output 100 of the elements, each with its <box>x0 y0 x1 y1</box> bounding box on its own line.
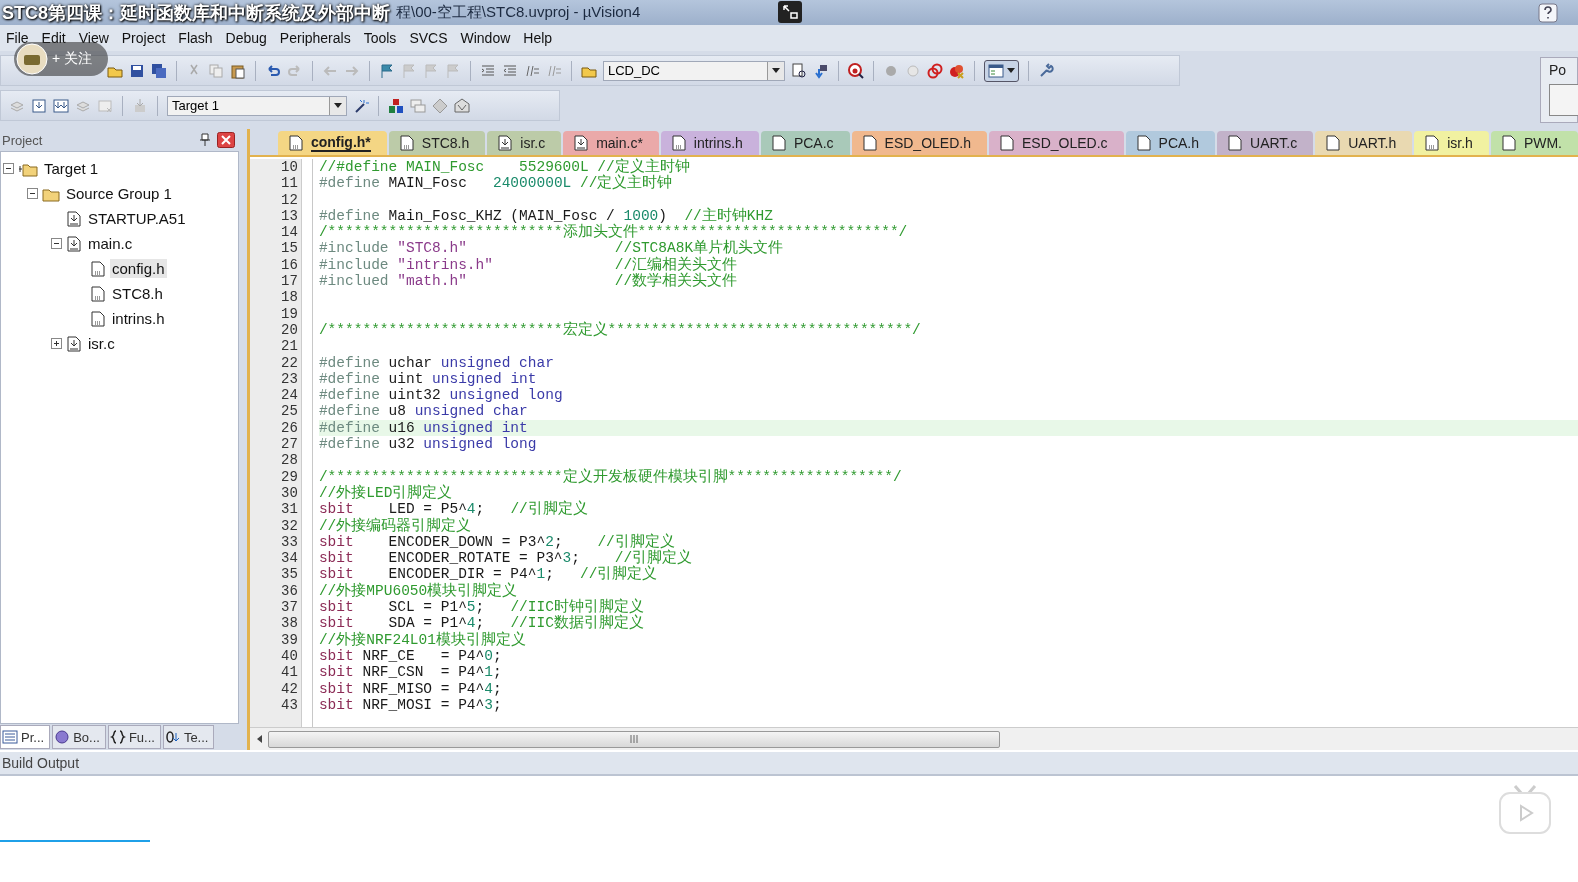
file-tab[interactable]: PWM. <box>1490 131 1578 155</box>
undo-icon[interactable] <box>265 62 281 79</box>
tree-item[interactable]: config.h <box>110 259 167 278</box>
tree-item[interactable]: Source Group 1 <box>64 184 174 203</box>
breakpoints-icon[interactable] <box>927 62 943 79</box>
diamond-icon[interactable] <box>432 97 448 114</box>
panel-tab[interactable]: Bo... <box>52 725 106 749</box>
find-icon[interactable] <box>791 62 807 79</box>
panel-tab[interactable]: Pr... <box>0 725 51 749</box>
menu-item[interactable]: SVCS <box>405 30 457 46</box>
follow-button[interactable]: + 关注 <box>14 42 108 76</box>
collapse-icon[interactable] <box>51 238 62 249</box>
menu-item[interactable]: Window <box>456 30 520 46</box>
collapse-icon[interactable] <box>27 188 38 199</box>
collapse-icon[interactable] <box>3 163 14 174</box>
flag-icon[interactable] <box>379 62 395 79</box>
window-icon <box>988 62 1004 79</box>
line-number: 14 <box>281 224 298 241</box>
tree-item[interactable]: intrins.h <box>110 309 167 328</box>
code-line: #define u32 unsigned long <box>318 436 538 453</box>
line-number: 32 <box>281 517 298 534</box>
file-tab[interactable]: ESD_OLED.c <box>988 131 1124 155</box>
menu-item[interactable]: Peripherals <box>275 30 360 46</box>
pack-icon[interactable] <box>454 97 470 114</box>
line-number: 16 <box>281 256 298 274</box>
file-tab[interactable]: config.h* <box>277 131 387 155</box>
project-icon[interactable] <box>2 729 18 745</box>
tree-item[interactable]: STC8.h <box>110 284 165 303</box>
code-line: //外接MPU6050模块引脚定义 <box>318 582 519 599</box>
horizontal-scrollbar[interactable] <box>249 727 1578 750</box>
line-number: 25 <box>281 403 298 420</box>
panel-title: Project <box>2 132 44 148</box>
scroll-left-icon[interactable] <box>255 734 264 744</box>
code-line: #define u8 unsigned char <box>318 403 529 420</box>
indent-icon[interactable] <box>480 62 496 79</box>
pin-icon[interactable] <box>198 133 211 147</box>
file-icon <box>861 135 878 151</box>
paste-icon[interactable] <box>230 62 246 79</box>
menu-item[interactable]: Help <box>519 30 562 46</box>
file-tab[interactable]: intrins.h <box>660 131 759 155</box>
save-all-icon[interactable] <box>151 62 167 79</box>
file-tab[interactable]: UART.c <box>1217 131 1314 155</box>
code-line: #define MAIN_Fosc 24000000L //定义主时钟 <box>318 175 674 192</box>
caret-icon <box>772 68 780 73</box>
line-number: 31 <box>281 501 298 518</box>
line-number: 23 <box>281 370 298 388</box>
device-dropdown[interactable]: LCD_DC <box>603 60 785 81</box>
rebuild-icon[interactable] <box>53 97 69 114</box>
braces-icon[interactable] <box>109 729 126 745</box>
line-number: 19 <box>281 305 298 322</box>
build-icon[interactable] <box>31 97 47 114</box>
panel-label: Po <box>1549 62 1568 78</box>
expand-icon[interactable] <box>51 338 62 349</box>
file-tab[interactable]: STC8.h <box>388 131 486 155</box>
file-tab[interactable]: isr.c <box>487 131 562 155</box>
window-layout-button[interactable] <box>984 59 1019 82</box>
help-icon[interactable] <box>1538 2 1558 23</box>
save-icon[interactable] <box>129 62 145 79</box>
code-line: sbit SDA = P1^4; //IIC数据引脚定义 <box>318 615 645 632</box>
file-tab[interactable]: PCA.c <box>760 131 850 155</box>
tree-item[interactable]: STARTUP.A51 <box>86 209 188 228</box>
template-icon[interactable] <box>164 729 181 745</box>
line-number: 37 <box>281 599 298 616</box>
source-file-icon <box>497 135 514 151</box>
file-tab[interactable]: main.c* <box>563 131 659 155</box>
menu-item[interactable]: Flash <box>174 30 222 46</box>
target-dropdown[interactable]: Target 1 <box>167 95 347 116</box>
file-tab[interactable]: isr.h <box>1414 131 1489 155</box>
menu-item[interactable]: Project <box>117 30 175 46</box>
breakpoints-icon[interactable] <box>949 62 965 79</box>
panel-button[interactable] <box>1549 84 1578 116</box>
file-tab[interactable]: ESD_OLED.h <box>851 131 987 155</box>
line-number: 30 <box>281 484 298 502</box>
books-icon[interactable] <box>54 729 71 745</box>
code-line: //#define MAIN_Fosc 5529600L //定义主时钟 <box>318 159 691 175</box>
line-number: 12 <box>281 191 298 208</box>
menu-item[interactable]: Debug <box>221 30 276 46</box>
fullscreen-icon[interactable] <box>778 1 802 23</box>
code-line: sbit NRF_CSN = P4^1; <box>318 664 503 681</box>
line-number: 11 <box>281 175 298 192</box>
close-icon[interactable] <box>216 132 235 148</box>
dot-icon[interactable] <box>905 62 921 79</box>
download-icon[interactable] <box>813 62 829 79</box>
magic-wand-icon[interactable] <box>353 97 369 114</box>
panel-tab[interactable]: Fu... <box>107 725 161 749</box>
tree-item[interactable]: Target 1 <box>42 159 101 178</box>
file-tab[interactable]: UART.h <box>1315 131 1413 155</box>
tree-item[interactable]: isr.c <box>86 334 117 353</box>
header-file-icon <box>90 310 106 327</box>
debug-icon[interactable] <box>848 62 864 79</box>
menu-item[interactable]: Tools <box>359 30 406 46</box>
tree-item[interactable]: main.c <box>86 234 135 253</box>
components-icon[interactable] <box>388 97 404 114</box>
wrench-icon[interactable] <box>1038 62 1054 79</box>
panel-tab[interactable]: Te... <box>162 725 215 749</box>
source-file-icon <box>573 135 590 151</box>
header-file-icon <box>398 135 415 151</box>
code-line: /***************************宏定义***********************************/ <box>318 321 922 339</box>
unindent-icon[interactable] <box>502 62 518 79</box>
file-tab[interactable]: PCA.h <box>1125 131 1215 155</box>
